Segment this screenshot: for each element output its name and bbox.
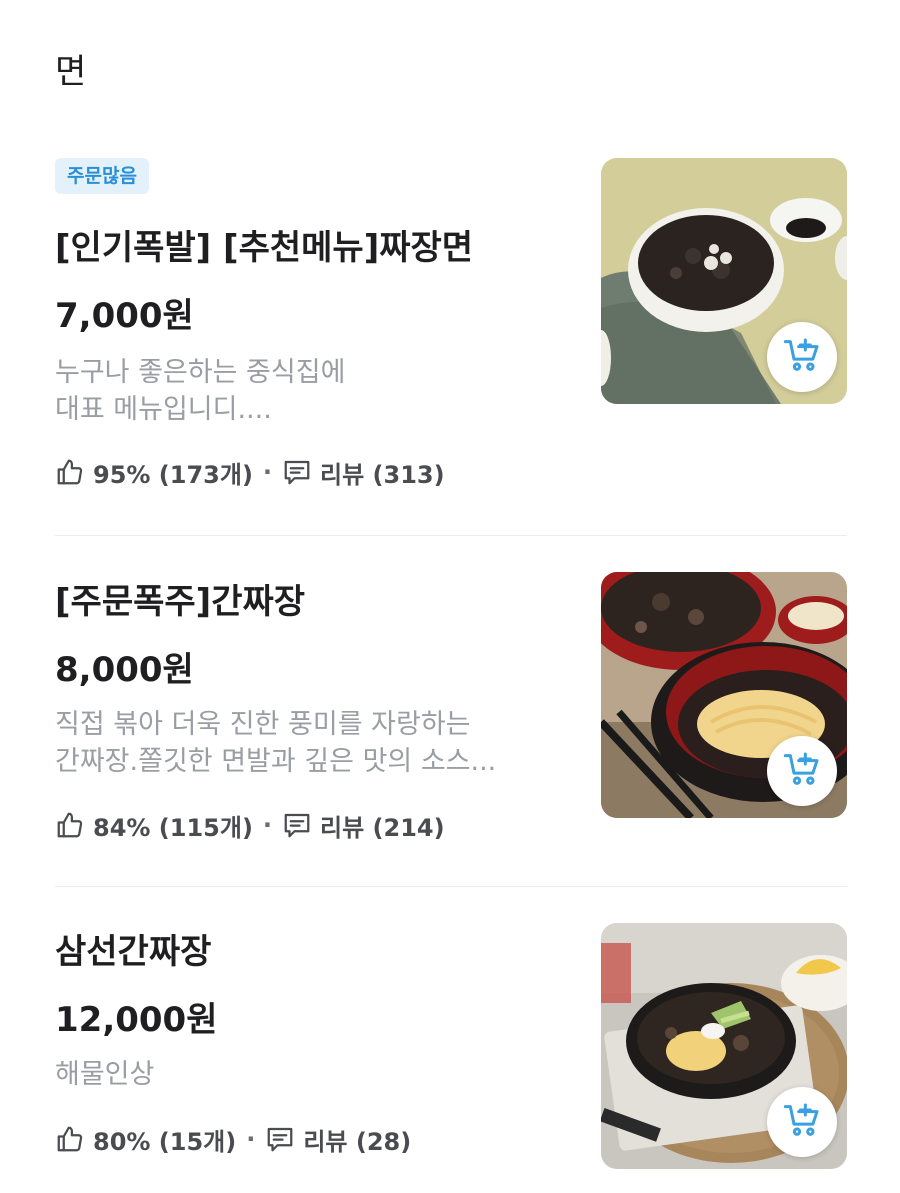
cart-add-icon (782, 1100, 822, 1144)
menu-item-price: 7,000원 (55, 296, 194, 336)
review-count[interactable]: 리뷰 (28) (303, 1122, 411, 1157)
thumbs-up-icon (55, 810, 85, 840)
review-count[interactable]: 리뷰 (313) (320, 455, 445, 490)
add-to-cart-button[interactable] (767, 736, 837, 806)
menu-item-description: 누구나 좋은하는 중식집에 대표 메뉴입니디.... (55, 354, 555, 428)
separator-dot: · (246, 1125, 256, 1153)
description-line: 대표 메뉴입니디.... (55, 394, 272, 425)
rating-text: 84% (115개) (93, 813, 253, 842)
menu-item-stats: 95% (173개) · 리뷰 (313) (55, 455, 445, 489)
description-line: 해물인상 (55, 1059, 155, 1090)
menu-item-name: [주문폭주]간짜장 (55, 582, 306, 622)
popular-badge: 주문많음 (55, 158, 149, 194)
add-to-cart-button[interactable] (767, 322, 837, 392)
description-line: 간짜장.쫄깃한 면발과 깊은 맛의 소스... (55, 746, 497, 777)
menu-item-stats: 84% (115개) · 리뷰 (214) (55, 808, 445, 842)
thumbs-up-icon (55, 1124, 85, 1154)
section-title: 면 (55, 52, 87, 92)
menu-item-price: 8,000원 (55, 650, 194, 690)
menu-item-photo[interactable] (601, 923, 847, 1169)
menu-item-price: 12,000원 (55, 1000, 218, 1040)
menu-item-photo[interactable] (601, 572, 847, 818)
thumbs-up-icon (55, 457, 85, 487)
menu-item[interactable]: 주문많음 [인기폭발] [추천메뉴]짜장면 7,000원 누구나 좋은하는 중식… (55, 158, 847, 536)
menu-item-description: 직접 볶아 더욱 진한 풍미를 자랑하는 간짜장.쫄깃한 면발과 깊은 맛의 소… (55, 706, 555, 780)
speech-bubble-icon (282, 810, 312, 840)
menu-item-description: 해물인상 (55, 1056, 555, 1093)
speech-bubble-icon (282, 457, 312, 487)
menu-item-stats: 80% (15개) · 리뷰 (28) (55, 1122, 411, 1156)
rating-text: 80% (15개) (93, 1127, 237, 1156)
menu-item-name: [인기폭발] [추천메뉴]짜장면 (55, 228, 474, 268)
cart-add-icon (782, 335, 822, 379)
description-line: 누구나 좋은하는 중식집에 (55, 357, 346, 388)
menu-item-name: 삼선간짜장 (55, 932, 212, 972)
separator-dot: · (262, 811, 273, 839)
menu-item[interactable]: 삼선간짜장 12,000원 해물인상 80% (15개) · 리뷰 (28) (55, 886, 847, 1186)
add-to-cart-button[interactable] (767, 1087, 837, 1157)
menu-item[interactable]: [주문폭주]간짜장 8,000원 직접 볶아 더욱 진한 풍미를 자랑하는 간짜… (55, 536, 847, 886)
menu-item-photo[interactable] (601, 158, 847, 404)
rating-text: 95% (173개) (93, 460, 253, 489)
cart-add-icon (782, 749, 822, 793)
speech-bubble-icon (265, 1124, 295, 1154)
review-count[interactable]: 리뷰 (214) (320, 808, 445, 843)
separator-dot: · (262, 458, 273, 486)
description-line: 직접 볶아 더욱 진한 풍미를 자랑하는 (55, 709, 471, 740)
